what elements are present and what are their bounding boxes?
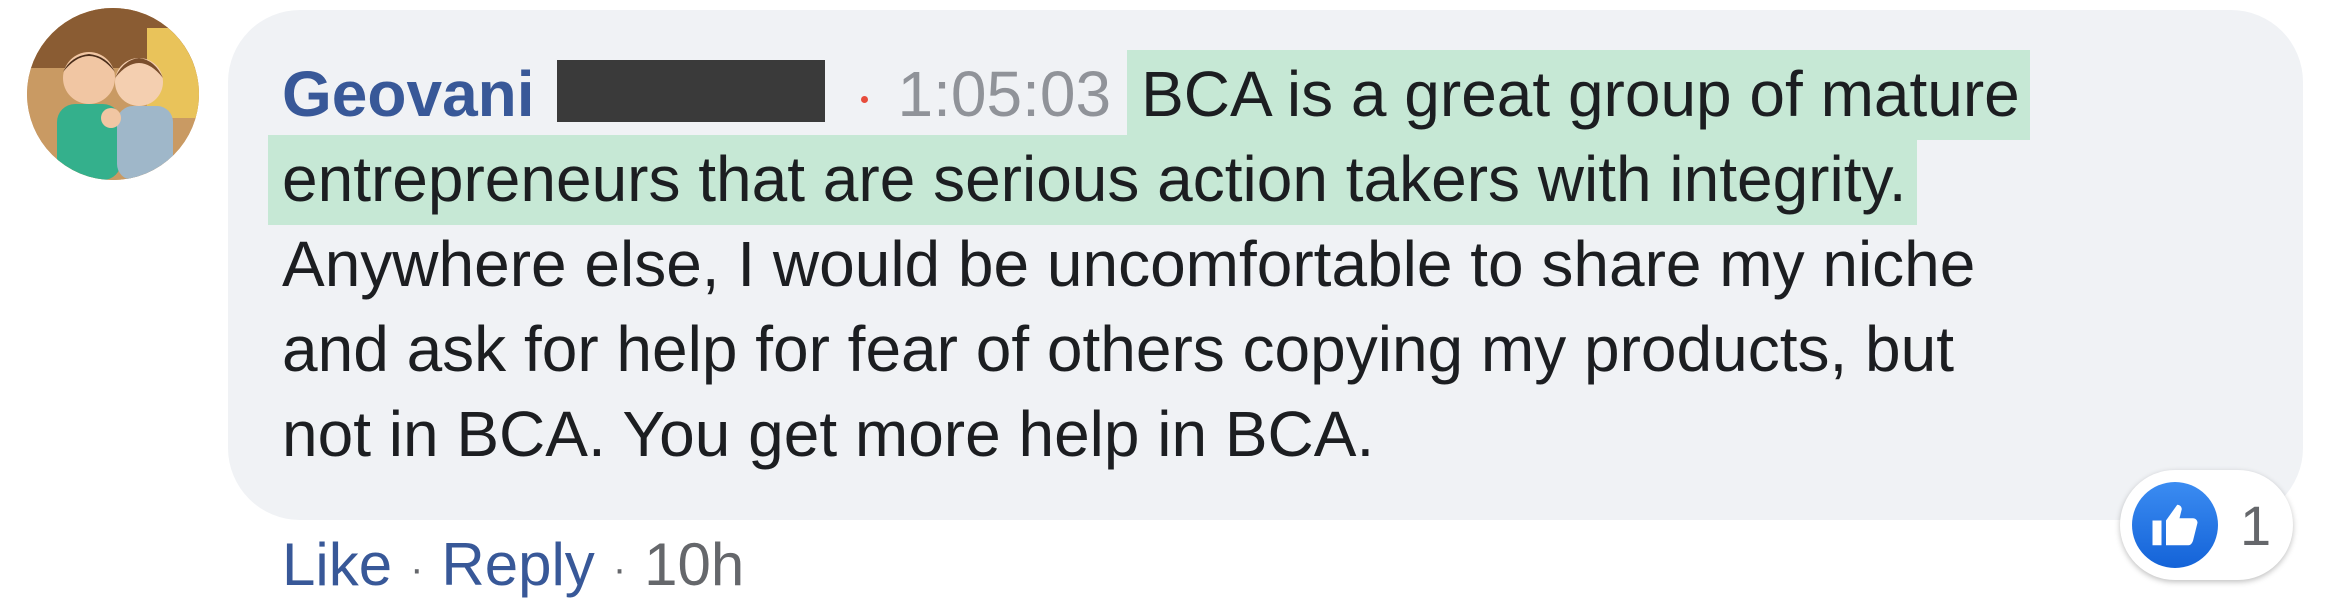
separator-dot: · [410,547,424,592]
like-link[interactable]: Like [282,531,392,598]
comment-actions: Like · Reply · 10h [282,530,744,604]
timestamp: 1:05:03 [897,58,1112,130]
avatar[interactable] [27,8,199,180]
separator-dot: · [612,547,627,592]
comment-line: entrepreneurs that are serious action ta… [268,135,2182,225]
highlighted-text: entrepreneurs that are serious action ta… [268,135,1917,225]
red-dot [860,95,868,103]
reactions-pill[interactable]: 1 [2120,470,2294,580]
comment-age[interactable]: 10h [644,531,744,598]
author-name[interactable]: Geovani [282,58,535,130]
redacted-name-block [556,60,825,122]
avatar-photo [27,8,199,180]
comment-line: not in BCA. You get more help in BCA. [282,398,1375,470]
reaction-count: 1 [2240,493,2272,557]
reply-link[interactable]: Reply [441,531,594,598]
comment-line: and ask for help for fear of others copy… [282,313,1954,385]
comment-line: Anywhere else, I would be uncomfortable … [282,228,1976,300]
thumbs-up-icon [2132,482,2218,568]
comment-body: Geovani 1:05:03 BCA is a great group of ma… [268,50,2182,477]
comment: Geovani 1:05:03 BCA is a great group of ma… [0,0,2338,606]
comment-line: Geovani 1:05:03 BCA is a great group of ma… [282,50,2182,140]
highlighted-text: BCA is a great group of mature [1127,50,2030,140]
